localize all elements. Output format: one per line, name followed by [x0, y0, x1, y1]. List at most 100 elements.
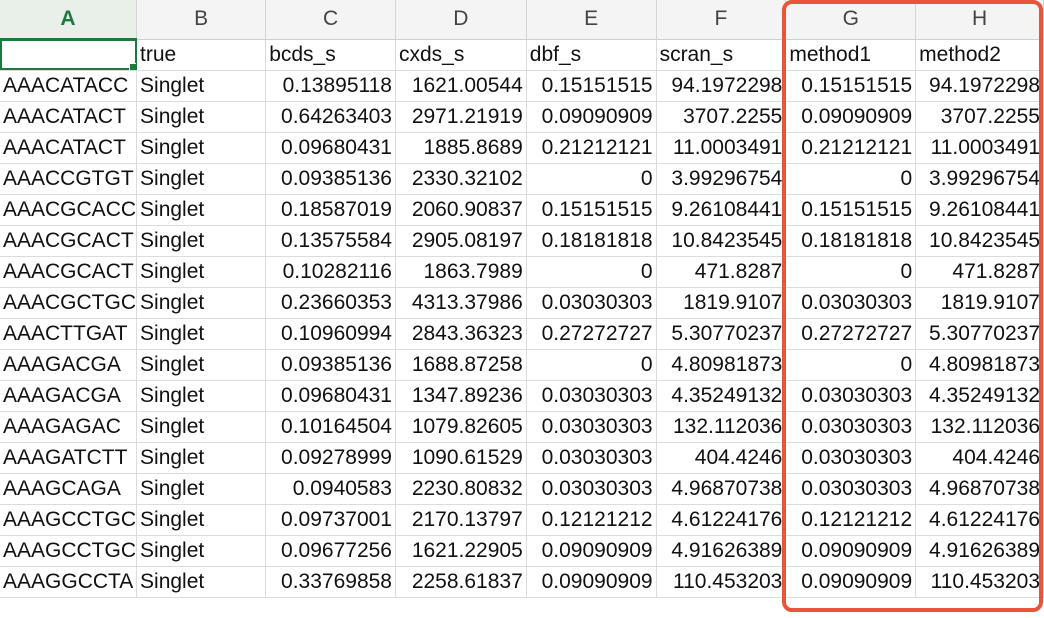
cell[interactable]: 0.09090909 [785, 535, 917, 567]
cell[interactable]: Singlet [136, 349, 267, 381]
cell[interactable]: Singlet [136, 442, 267, 474]
cell[interactable]: 471.8287 [915, 256, 1044, 288]
cell[interactable]: 0.10164504 [265, 411, 396, 443]
cell[interactable]: 11.0003491 [915, 132, 1044, 164]
column-header-g[interactable]: G [785, 0, 917, 40]
cell[interactable]: 0.21212121 [785, 132, 917, 164]
cell[interactable]: 0.03030303 [526, 380, 657, 412]
cell[interactable]: 10.8423545 [656, 225, 787, 257]
cell[interactable]: 0 [526, 163, 657, 195]
cell[interactable]: 0.09680431 [265, 132, 396, 164]
cell[interactable]: AAAGACGA [0, 380, 138, 412]
cell[interactable]: 4.91626389 [915, 535, 1044, 567]
cell[interactable]: 11.0003491 [656, 132, 787, 164]
header-cell[interactable]: bcds_s [265, 39, 396, 71]
cell[interactable]: 1885.8689 [395, 132, 527, 164]
cell[interactable]: 4.35249132 [915, 380, 1044, 412]
cell[interactable]: 3707.2255 [915, 101, 1044, 133]
cell[interactable]: AAACCGTGT [0, 163, 138, 195]
cell[interactable]: AAACTTGAT [0, 318, 138, 350]
cell[interactable]: 471.8287 [656, 256, 787, 288]
cell[interactable]: Singlet [136, 566, 267, 598]
cell[interactable]: 0 [526, 256, 657, 288]
cell[interactable]: 0.03030303 [785, 287, 917, 319]
cell[interactable]: 0.09090909 [526, 535, 657, 567]
cell[interactable]: 0.27272727 [526, 318, 657, 350]
cell[interactable]: AAACATACT [0, 132, 138, 164]
cell[interactable]: 0.15151515 [526, 194, 657, 226]
cell[interactable]: 2330.32102 [395, 163, 527, 195]
cell[interactable]: 0.18587019 [265, 194, 396, 226]
cell[interactable]: 3.99296754 [656, 163, 787, 195]
cell[interactable]: 0.10960994 [265, 318, 396, 350]
header-cell[interactable]: cxds_s [395, 39, 527, 71]
cell[interactable]: 0 [785, 163, 917, 195]
cell[interactable]: 0.15151515 [785, 70, 917, 102]
cell[interactable]: 110.453203 [656, 566, 787, 598]
cell[interactable]: 0.33769858 [265, 566, 396, 598]
cell[interactable]: 94.1972298 [915, 70, 1044, 102]
cell[interactable]: 9.26108441 [915, 194, 1044, 226]
cell[interactable]: AAAGATCTT [0, 442, 138, 474]
cell[interactable]: 0.64263403 [265, 101, 396, 133]
column-header-e[interactable]: E [526, 0, 657, 40]
cell[interactable]: AAAGCCTGC [0, 535, 138, 567]
cell[interactable]: AAAGCAGA [0, 473, 138, 505]
cell[interactable]: Singlet [136, 256, 267, 288]
cell[interactable]: 0.21212121 [526, 132, 657, 164]
cell[interactable]: 0.03030303 [785, 411, 917, 443]
cell[interactable]: 404.4246 [915, 442, 1044, 474]
column-header-h[interactable]: H [915, 0, 1044, 40]
cell[interactable]: 0.18181818 [526, 225, 657, 257]
cell[interactable]: 0.09090909 [526, 101, 657, 133]
cell[interactable]: 0.09090909 [785, 566, 917, 598]
cell[interactable]: 5.30770237 [656, 318, 787, 350]
cell[interactable]: 132.112036 [915, 411, 1044, 443]
cell[interactable]: 0.09090909 [526, 566, 657, 598]
cell[interactable]: 1688.87258 [395, 349, 527, 381]
cell[interactable]: 2230.80832 [395, 473, 527, 505]
cell[interactable]: 1819.9107 [656, 287, 787, 319]
cell[interactable]: 4.80981873 [915, 349, 1044, 381]
cell[interactable]: 0.03030303 [526, 287, 657, 319]
cell[interactable]: 10.8423545 [915, 225, 1044, 257]
cell[interactable]: 0.09385136 [265, 349, 396, 381]
cell[interactable]: 0.13895118 [265, 70, 396, 102]
cell[interactable]: AAACATACT [0, 101, 138, 133]
cell[interactable]: AAAGGCCTA [0, 566, 138, 598]
cell[interactable]: 0 [785, 349, 917, 381]
column-header-b[interactable]: B [136, 0, 267, 40]
cell[interactable]: 110.453203 [915, 566, 1044, 598]
cell[interactable]: 2843.36323 [395, 318, 527, 350]
cell[interactable]: 0.27272727 [785, 318, 917, 350]
cell[interactable]: Singlet [136, 504, 267, 536]
cell[interactable]: 0.09385136 [265, 163, 396, 195]
cell[interactable]: Singlet [136, 163, 267, 195]
cell[interactable]: 3.99296754 [915, 163, 1044, 195]
cell[interactable]: Singlet [136, 380, 267, 412]
cell[interactable]: Singlet [136, 287, 267, 319]
fill-handle[interactable] [129, 62, 136, 69]
cell[interactable]: AAACATACC [0, 70, 138, 102]
cell[interactable]: AAACGCACT [0, 225, 138, 257]
cell[interactable]: 0.09278999 [265, 442, 396, 474]
cell[interactable]: AAAGCCTGC [0, 504, 138, 536]
cell[interactable]: 2060.90837 [395, 194, 527, 226]
cell[interactable]: 0.15151515 [526, 70, 657, 102]
cell[interactable]: 0.13575584 [265, 225, 396, 257]
cell[interactable]: 1863.7989 [395, 256, 527, 288]
cell[interactable]: Singlet [136, 70, 267, 102]
cell[interactable]: 2170.13797 [395, 504, 527, 536]
cell[interactable]: Singlet [136, 411, 267, 443]
cell[interactable]: 4.80981873 [656, 349, 787, 381]
cell[interactable]: 1079.82605 [395, 411, 527, 443]
cell[interactable]: 0.10282116 [265, 256, 396, 288]
cell[interactable]: 0.03030303 [526, 442, 657, 474]
header-cell[interactable]: method1 [785, 39, 917, 71]
cell[interactable]: Singlet [136, 318, 267, 350]
cell[interactable]: 0 [785, 256, 917, 288]
cell[interactable]: 1819.9107 [915, 287, 1044, 319]
column-header-d[interactable]: D [395, 0, 527, 40]
cell[interactable]: 94.1972298 [656, 70, 787, 102]
cell[interactable]: AAACGCACT [0, 256, 138, 288]
